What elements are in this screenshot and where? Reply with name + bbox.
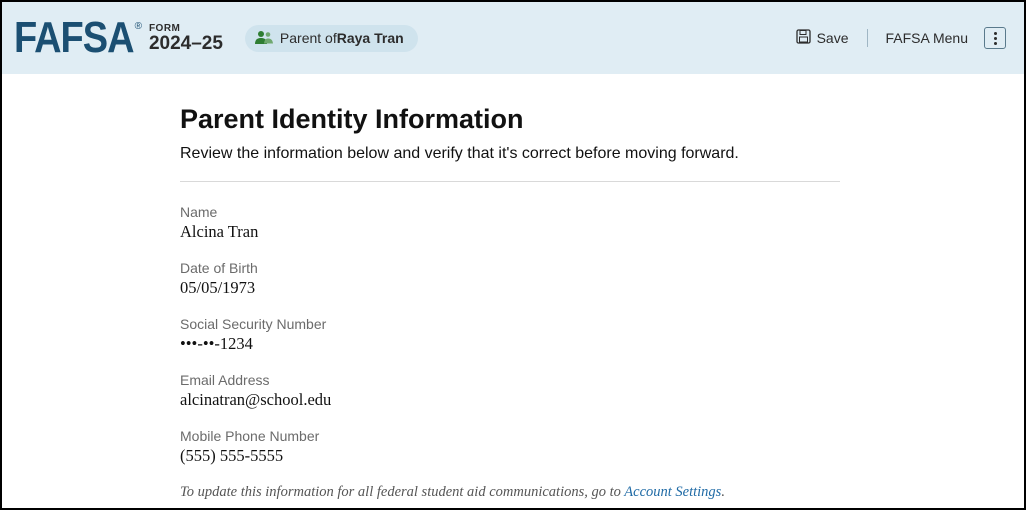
- value-email: alcinatran@school.edu: [180, 390, 840, 410]
- value-name: Alcina Tran: [180, 222, 840, 242]
- value-phone: (555) 555-5555: [180, 446, 840, 466]
- people-icon: [255, 30, 273, 47]
- footer-prefix: To update this information for all feder…: [180, 484, 624, 500]
- save-label: Save: [817, 30, 849, 46]
- field-ssn: Social Security Number •••-••-1234: [180, 316, 840, 354]
- header-actions: Save FAFSA Menu: [796, 27, 1006, 49]
- registered-mark: ®: [135, 21, 142, 32]
- app-header: FAFSA ® FORM 2024–25 Parent of Raya Tran: [2, 2, 1024, 74]
- page-title: Parent Identity Information: [180, 104, 840, 135]
- logo-text: FAFSA: [14, 16, 134, 60]
- role-prefix: Parent of: [280, 30, 337, 46]
- account-settings-link[interactable]: Account Settings: [624, 484, 721, 500]
- fafsa-menu-button[interactable]: FAFSA Menu: [874, 30, 974, 46]
- field-email: Email Address alcinatran@school.edu: [180, 372, 840, 410]
- footer-note: To update this information for all feder…: [180, 484, 840, 501]
- field-phone: Mobile Phone Number (555) 555-5555: [180, 428, 840, 466]
- label-dob: Date of Birth: [180, 260, 840, 276]
- footer-suffix: .: [721, 484, 725, 500]
- field-dob: Date of Birth 05/05/1973: [180, 260, 840, 298]
- label-ssn: Social Security Number: [180, 316, 840, 332]
- label-phone: Mobile Phone Number: [180, 428, 840, 444]
- form-year-block: FORM 2024–25: [149, 23, 223, 55]
- logo-block: FAFSA ® FORM 2024–25: [14, 19, 223, 57]
- field-name: Name Alcina Tran: [180, 204, 840, 242]
- label-email: Email Address: [180, 372, 840, 388]
- label-name: Name: [180, 204, 840, 220]
- value-ssn: •••-••-1234: [180, 334, 840, 354]
- page-subtitle: Review the information below and verify …: [180, 145, 840, 182]
- divider: [867, 29, 868, 47]
- main-content: Parent Identity Information Review the i…: [180, 74, 840, 501]
- save-button[interactable]: Save: [796, 29, 861, 47]
- student-name: Raya Tran: [337, 30, 404, 46]
- kebab-menu-button[interactable]: [984, 27, 1006, 49]
- role-pill: Parent of Raya Tran: [245, 25, 418, 52]
- save-icon: [796, 29, 811, 47]
- value-dob: 05/05/1973: [180, 278, 840, 298]
- year-label: 2024–25: [149, 34, 223, 55]
